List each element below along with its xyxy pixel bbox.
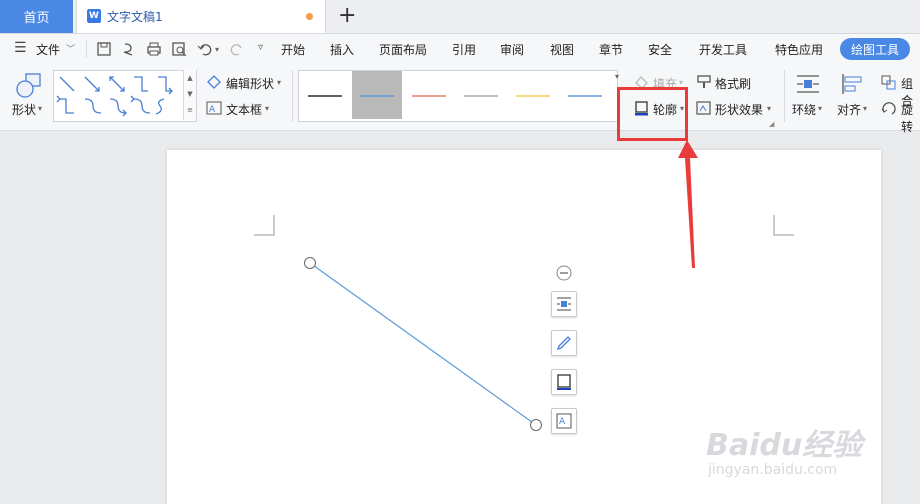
menu-file[interactable]: 文件 [36,41,60,58]
format-painter-icon[interactable] [695,74,713,90]
output-pdf-icon[interactable] [120,40,138,58]
unsaved-dot-icon [306,13,313,20]
text-box-label[interactable]: 文本框 [226,101,262,118]
menu-insert[interactable]: 插入 [330,41,354,58]
undo-dropdown-icon[interactable]: ▾ [215,45,219,54]
edit-shape-dropdown-icon[interactable]: ▾ [277,78,281,87]
text-box-dropdown-icon[interactable]: ▾ [265,104,269,113]
text-box-icon[interactable]: A [205,100,223,116]
document-title: 文字文稿1 [107,10,163,24]
rotate-label[interactable]: 旋转 [901,101,920,135]
align-label[interactable]: 对齐 [837,101,861,118]
menu-start[interactable]: 开始 [281,41,305,58]
menu-developer[interactable]: 开发工具 [699,41,747,58]
layout-options-button[interactable] [551,291,577,317]
watermark-brand: Baidu经验 [706,428,863,463]
shape-button-label[interactable]: 形状 [12,101,36,118]
menu-page-layout[interactable]: 页面布局 [379,41,427,58]
outline-quick-icon [557,374,571,390]
dialog-launcher-icon[interactable]: ◢ [769,120,774,128]
shape-dropdown-icon[interactable]: ▾ [38,104,42,113]
svg-text:A: A [559,417,566,427]
layout-options-icon [557,297,571,311]
print-icon[interactable] [145,40,163,58]
style-gallery-more-icon[interactable]: ▾ [615,72,619,81]
shape-effects-dropdown-icon[interactable]: ▾ [767,104,771,113]
tab-document[interactable]: W 文字文稿1 [76,0,326,33]
align-dropdown-icon[interactable]: ▾ [863,104,867,113]
wrap-label[interactable]: 环绕 [792,101,816,118]
hamburger-icon[interactable]: ☰ [14,41,27,55]
menu-view[interactable]: 视图 [550,41,574,58]
line-end-handle[interactable] [530,419,542,431]
print-preview-icon[interactable] [170,40,188,58]
outline-quick-button[interactable] [551,369,577,395]
undo-icon[interactable] [196,40,214,58]
arrow-annotation-icon [678,140,698,268]
tab-home[interactable]: 首页 [0,0,73,33]
rotate-icon[interactable] [880,100,898,116]
menu-section[interactable]: 章节 [599,41,623,58]
new-tab-button[interactable]: + [338,3,356,29]
menu-references[interactable]: 引用 [452,41,476,58]
chevron-down-icon[interactable]: ﹀ [66,42,75,55]
watermark-url: jingyan.baidu.com [708,462,838,478]
collapse-toolbar-icon[interactable] [556,265,572,281]
edit-shape-icon[interactable] [205,74,223,90]
save-icon[interactable] [95,40,113,58]
wrap-text-icon[interactable] [795,72,821,96]
shape-icon[interactable] [14,72,44,100]
shape-effects-label[interactable]: 形状效果 [715,101,763,118]
edit-shape-label[interactable]: 编辑形状 [226,75,274,92]
gallery-scrollbar[interactable]: ▲ ▼ ≡ [183,70,196,120]
menu-drawing-tools[interactable]: 绘图工具 [840,38,910,60]
group-icon[interactable] [880,74,898,90]
page-margin-mark-right [773,215,794,236]
divider [86,40,87,58]
shape-effects-icon[interactable] [695,100,713,116]
line-style-swatches[interactable] [298,70,616,120]
redo-icon[interactable] [228,40,246,58]
fill-dropdown-icon: ▾ [679,78,684,87]
highlight-box [617,87,688,141]
page-margin-mark-left [254,215,275,236]
line-shape[interactable] [300,255,550,435]
brush-icon [556,336,571,351]
line-start-handle[interactable] [304,257,316,269]
svg-text:A: A [209,105,216,115]
divider [784,70,785,122]
align-icon[interactable] [840,72,866,96]
line-shape-gallery[interactable] [53,70,197,122]
format-painter-label[interactable]: 格式刷 [715,75,751,92]
text-box-quick-button[interactable]: A [551,408,577,434]
text-box-quick-icon: A [556,413,572,429]
customize-toolbar-icon[interactable]: ▿ [258,42,263,53]
menu-review[interactable]: 审阅 [500,41,524,58]
line-shapes-icon[interactable] [54,71,184,121]
menu-special[interactable]: 特色应用 [775,41,823,58]
menu-security[interactable]: 安全 [648,41,672,58]
wrap-dropdown-icon[interactable]: ▾ [818,104,822,113]
style-button[interactable] [551,330,577,356]
writer-doc-icon: W [87,9,101,23]
divider [292,70,293,122]
